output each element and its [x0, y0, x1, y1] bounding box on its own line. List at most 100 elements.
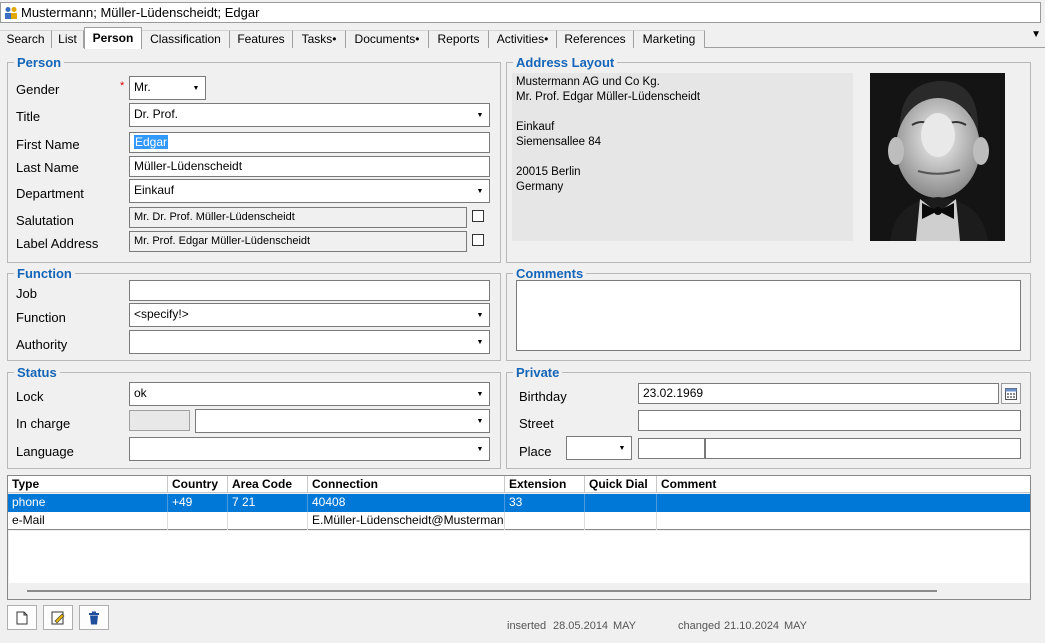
cell-connection[interactable]: E.Müller-Lüdenscheidt@Mustermann: [308, 512, 505, 530]
address-line: [516, 150, 849, 165]
cell-extension[interactable]: [505, 512, 585, 530]
status-section-title: Status: [14, 365, 60, 380]
column-header-comment[interactable]: Comment: [657, 476, 1030, 493]
dropdown-arrow-icon: ▼: [472, 105, 488, 125]
comments-textarea[interactable]: [516, 280, 1021, 351]
new-button[interactable]: [7, 605, 37, 630]
language-label: Language: [16, 444, 74, 459]
authority-label: Authority: [16, 337, 68, 352]
lock-label: Lock: [16, 389, 44, 404]
incharge-code-field[interactable]: [129, 410, 190, 431]
changed-date: 21.10.2024: [724, 620, 780, 632]
salutation-override-checkbox[interactable]: [472, 210, 484, 222]
address-line: Mr. Prof. Edgar Müller-Lüdenscheidt: [516, 91, 701, 103]
address-line: Mustermann AG und Co Kg.: [516, 76, 660, 88]
dropdown-arrow-icon: ▼: [472, 332, 488, 352]
lastname-value: Müller-Lüdenscheidt: [134, 159, 243, 173]
inserted-date: 28.05.2014: [553, 620, 609, 632]
authority-select[interactable]: ▼: [129, 330, 490, 354]
cell-country[interactable]: [168, 512, 228, 530]
dropdown-arrow-icon: ▼: [472, 439, 488, 459]
tab-references[interactable]: References: [557, 30, 634, 48]
function-section-title: Function: [14, 266, 75, 281]
job-input[interactable]: [129, 280, 490, 301]
cell-comment[interactable]: [657, 494, 1030, 512]
street-input[interactable]: [638, 410, 1021, 431]
street-label: Street: [519, 416, 554, 431]
column-header-country[interactable]: Country: [168, 476, 228, 493]
tab-activities[interactable]: Activities•: [489, 30, 557, 48]
birthday-input[interactable]: 23.02.1969: [638, 383, 999, 404]
labeladdr-value: Mr. Prof. Edgar Müller-Lüdenscheidt: [134, 235, 311, 247]
person-photo-image: [870, 73, 1005, 241]
cell-type[interactable]: e-Mail: [8, 512, 168, 530]
title-select[interactable]: Dr. Prof. ▼: [129, 103, 490, 127]
delete-button[interactable]: [79, 605, 109, 630]
tab-list[interactable]: List: [52, 30, 84, 48]
window-title-bar: Mustermann; Müller-Lüdenscheidt; Edgar: [0, 2, 1041, 23]
incharge-label: In charge: [16, 416, 71, 431]
firstname-input[interactable]: Edgar: [129, 132, 490, 153]
cell-quick-dial[interactable]: [585, 512, 657, 530]
tab-person[interactable]: Person: [84, 27, 142, 49]
address-line: Germany: [516, 181, 564, 193]
column-header-quick-dial[interactable]: Quick Dial: [585, 476, 657, 493]
dropdown-arrow-icon: ▼: [614, 438, 630, 458]
tab-features[interactable]: Features: [230, 30, 293, 48]
labeladdr-override-checkbox[interactable]: [472, 234, 484, 246]
gender-select[interactable]: Mr. ▼: [129, 76, 206, 100]
department-select[interactable]: Einkauf ▼: [129, 179, 490, 203]
cell-area-code[interactable]: [228, 512, 308, 530]
cell-type[interactable]: phone: [8, 494, 168, 512]
tab-documents[interactable]: Documents•: [346, 30, 429, 48]
cell-country[interactable]: +49: [168, 494, 228, 512]
comments-section-title: Comments: [513, 266, 587, 281]
cell-area-code[interactable]: 7 21: [228, 494, 308, 512]
column-header-extension[interactable]: Extension: [505, 476, 585, 493]
tab-classification[interactable]: Classification: [142, 30, 230, 48]
title-value: Dr. Prof.: [134, 107, 179, 121]
language-select[interactable]: ▼: [129, 437, 490, 461]
tab-reports[interactable]: Reports: [429, 30, 489, 48]
tab-search[interactable]: Search: [0, 30, 52, 48]
address-line: [516, 105, 849, 120]
contacts-grid[interactable]: Type Country Area Code Connection Extens…: [7, 475, 1031, 600]
place-country-select[interactable]: ▼: [566, 436, 632, 460]
tab-tasks[interactable]: Tasks•: [293, 30, 346, 48]
chevron-down-icon[interactable]: ▼: [1031, 29, 1041, 40]
changed-user: MAY: [784, 620, 808, 632]
horizontal-scrollbar[interactable]: [9, 583, 1029, 599]
address-line: 20015 Berlin: [516, 166, 581, 178]
table-row[interactable]: e-Mail E.Müller-Lüdenscheidt@Mustermann: [8, 512, 1030, 530]
incharge-select[interactable]: ▼: [195, 409, 490, 433]
lastname-input[interactable]: Müller-Lüdenscheidt: [129, 156, 490, 177]
function-select[interactable]: <specify!> ▼: [129, 303, 490, 327]
calendar-button[interactable]: [1001, 383, 1021, 404]
edit-button[interactable]: [43, 605, 73, 630]
job-label: Job: [16, 286, 37, 301]
place-city-input[interactable]: [705, 438, 1021, 459]
person-photo[interactable]: [870, 73, 1005, 241]
cell-connection[interactable]: 40408: [308, 494, 505, 512]
dropdown-arrow-icon: ▼: [472, 181, 488, 201]
address-line: Siemensallee 84: [516, 136, 602, 148]
place-zip-input[interactable]: [638, 438, 705, 459]
column-header-connection[interactable]: Connection: [308, 476, 505, 493]
column-header-area-code[interactable]: Area Code: [228, 476, 308, 493]
inserted-label: inserted: [507, 620, 547, 632]
cell-extension[interactable]: 33: [505, 494, 585, 512]
cell-comment[interactable]: [657, 512, 1030, 530]
cell-quick-dial[interactable]: [585, 494, 657, 512]
lastname-label: Last Name: [16, 160, 79, 175]
lock-select[interactable]: ok ▼: [129, 382, 490, 406]
lock-value: ok: [134, 386, 147, 400]
salutation-field[interactable]: Mr. Dr. Prof. Müller-Lüdenscheidt: [129, 207, 467, 228]
tab-bar: Search List Person Classification Featur…: [0, 27, 1045, 49]
column-header-type[interactable]: Type: [8, 476, 168, 493]
table-row[interactable]: phone +49 7 21 40408 33: [8, 494, 1030, 512]
tab-marketing[interactable]: Marketing: [634, 30, 705, 48]
scrollbar-thumb[interactable]: [27, 590, 937, 592]
dropdown-arrow-icon: ▼: [472, 411, 488, 431]
labeladdr-field[interactable]: Mr. Prof. Edgar Müller-Lüdenscheidt: [129, 231, 467, 252]
labeladdr-label: Label Address: [16, 236, 99, 251]
